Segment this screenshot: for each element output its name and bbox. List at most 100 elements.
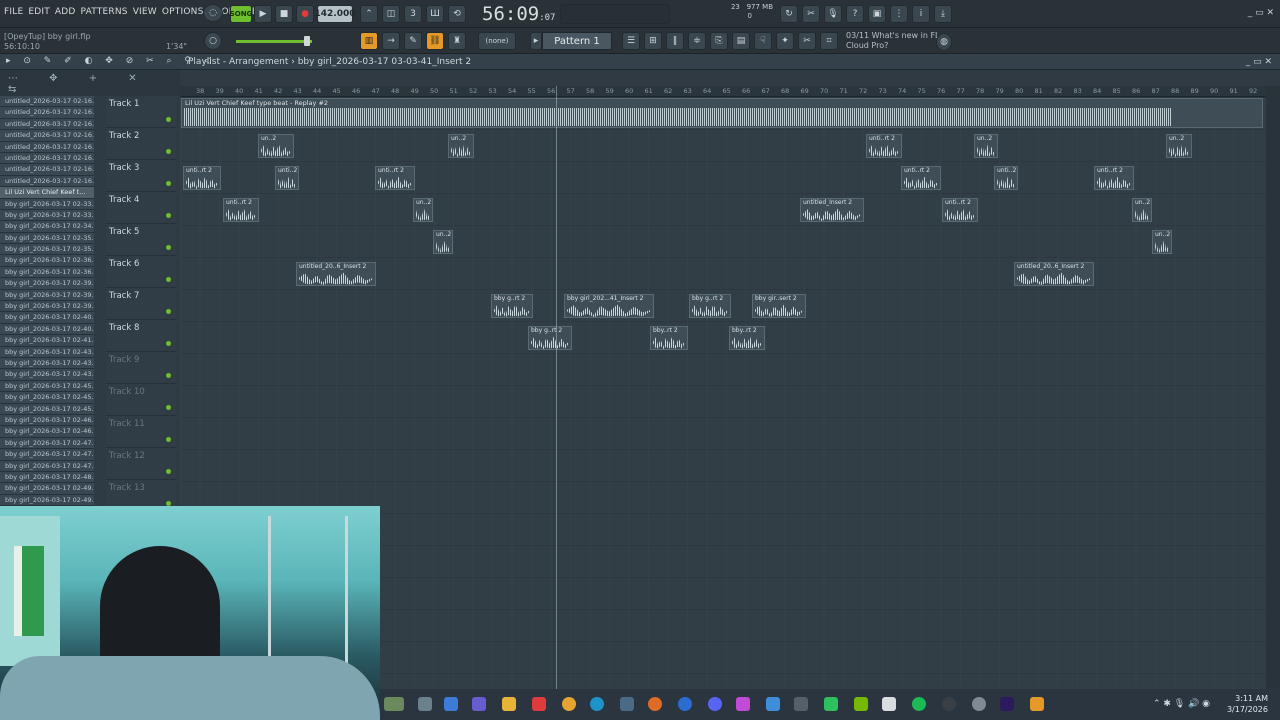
tracklist-toolbar[interactable]: ⋯ ✥ + ✕ ⇆ (0, 70, 180, 96)
picker-item[interactable]: bby girl_2026-03-17 02-43... (0, 357, 94, 370)
track-enable-led[interactable] (166, 405, 171, 410)
master-pitch-knob[interactable]: ○ (204, 32, 222, 50)
picker-item[interactable]: bby girl_2026-03-17 02-47... (0, 449, 94, 461)
audio-clip[interactable]: unti..2 (275, 166, 299, 190)
premiere-icon[interactable] (1000, 697, 1014, 711)
picker-item[interactable]: untitled_2026-03-17 02-16... (0, 175, 94, 188)
track-enable-led[interactable] (166, 469, 171, 474)
metronome-icon[interactable]: ⌃ (360, 5, 378, 23)
step-edit-icon[interactable]: Ш (426, 5, 444, 23)
countdown-icon[interactable]: 3 (404, 5, 422, 23)
link-icon[interactable]: ⛓ (426, 32, 444, 50)
picker-item[interactable]: bby girl_2026-03-17 02-34... (0, 221, 94, 233)
picker-item[interactable]: bby girl_2026-03-17 02-39... (0, 301, 94, 313)
chrome-icon[interactable] (562, 697, 576, 711)
mixer-window-icon[interactable]: ‖ (666, 32, 684, 50)
picker-item[interactable]: bby girl_2026-03-17 02-45... (0, 380, 94, 393)
widget-icon[interactable] (384, 697, 404, 711)
track-enable-led[interactable] (166, 309, 171, 314)
record-button[interactable]: ● (296, 5, 314, 23)
picker-item[interactable]: untitled_2026-03-17 02-16... (0, 141, 94, 153)
track-enable-led[interactable] (166, 149, 171, 154)
audio-clip[interactable]: bby g..rt 2 (491, 294, 533, 318)
picker-item[interactable]: bby girl_2026-03-17 02-49... (0, 483, 94, 495)
picker-item[interactable]: bby girl_2026-03-17 02-39... (0, 278, 94, 290)
audio-clip[interactable]: un..2 (1152, 230, 1172, 254)
track-header[interactable]: Track 5 (106, 224, 176, 256)
app-orange-icon[interactable] (648, 697, 662, 711)
audio-clip[interactable]: unti..rt 2 (866, 134, 902, 158)
vertical-scrollbar[interactable] (1266, 86, 1280, 689)
picker-item[interactable]: bby girl_2026-03-17 02-33... (0, 198, 94, 210)
explorer-icon[interactable] (418, 697, 432, 711)
discord-icon[interactable] (708, 697, 722, 711)
track-header[interactable]: Track 11 (106, 416, 176, 448)
photos-icon[interactable] (736, 697, 750, 711)
picker-item[interactable]: Lil Uzi Vert Chief Keef t... (0, 187, 94, 199)
app-obs-icon[interactable] (942, 697, 956, 711)
master-volume-slider[interactable] (236, 36, 312, 46)
audio-clip[interactable]: bby..rt 2 (650, 326, 688, 350)
picker-item[interactable]: bby girl_2026-03-17 02-35... (0, 232, 94, 245)
help-icon[interactable]: ? (846, 5, 864, 23)
edge-icon[interactable] (590, 697, 604, 711)
window-controls[interactable]: _ ▭ ✕ (1248, 8, 1274, 18)
audio-clip[interactable]: bby..rt 2 (729, 326, 765, 350)
menu-item[interactable]: PATTERNS (81, 7, 128, 17)
audio-clip[interactable]: unti..rt 2 (223, 198, 259, 222)
track-enable-led[interactable] (166, 117, 171, 122)
track-header[interactable]: Track 6 (106, 256, 176, 288)
track-enable-led[interactable] (166, 341, 171, 346)
audio-clip[interactable]: unti..2 (994, 166, 1018, 190)
system-clock[interactable]: 3:11 AM 3/17/2026 (1227, 693, 1268, 715)
picker-item[interactable]: bby girl_2026-03-17 02-39... (0, 289, 94, 302)
playhead[interactable] (556, 86, 557, 689)
app-green-icon[interactable] (824, 697, 838, 711)
news-panel[interactable]: 03/11 What's new in FL Cloud Pro? (846, 31, 940, 51)
audio-clip[interactable]: unti..rt 2 (183, 166, 221, 190)
rec-mode-icon[interactable]: ◌ (203, 4, 223, 22)
track-header[interactable]: Track 7 (106, 288, 176, 320)
song-mode-toggle[interactable]: SONG (230, 5, 252, 23)
spotify-icon[interactable] (912, 697, 926, 711)
refresh-icon[interactable]: ↻ (780, 5, 798, 23)
app-dark-icon[interactable] (794, 697, 808, 711)
channel-rack-icon[interactable]: ⊞ (644, 32, 662, 50)
app-blue-icon[interactable] (678, 697, 692, 711)
menu-item[interactable]: EDIT (28, 7, 50, 17)
track-enable-led[interactable] (166, 437, 171, 442)
pattern-prev-icon[interactable]: ▸ (530, 32, 542, 50)
stamp-icon[interactable]: ♜ (448, 32, 466, 50)
wait-icon[interactable]: ◫ (382, 5, 400, 23)
picker-item[interactable]: bby girl_2026-03-17 02-45... (0, 392, 94, 404)
info-icon[interactable]: i (912, 5, 930, 23)
audio-clip[interactable]: bby girl_202...41_Insert 2 (564, 294, 654, 318)
picker-item[interactable]: bby girl_2026-03-17 02-35... (0, 244, 94, 256)
touch-icon[interactable]: ☟ (754, 32, 772, 50)
track-header[interactable]: Track 1 (106, 96, 176, 128)
scissor-icon[interactable]: ✂ (798, 32, 816, 50)
track-enable-led[interactable] (166, 277, 171, 282)
full-track-clip[interactable]: Lil Uzi Vert Chief Keef type beat - Repl… (181, 98, 1263, 128)
picker-item[interactable]: bby girl_2026-03-17 02-36... (0, 266, 94, 279)
track-header[interactable]: Track 4 (106, 192, 176, 224)
picker-item[interactable]: bby girl_2026-03-17 02-40... (0, 323, 94, 336)
picker-item[interactable]: bby girl_2026-03-17 02-40... (0, 312, 94, 324)
picker-item[interactable]: bby girl_2026-03-17 02-36... (0, 255, 94, 267)
picker-item[interactable]: untitled_2026-03-17 02-16... (0, 107, 94, 119)
audio-clip[interactable]: untitled_20..6_Insert 2 (1014, 262, 1094, 286)
audio-clip[interactable]: un..2 (413, 198, 433, 222)
brush-icon[interactable]: ✎ (404, 32, 422, 50)
track-enable-led[interactable] (166, 373, 171, 378)
audio-clip[interactable]: un..2 (433, 230, 453, 254)
playlist-window-controls[interactable]: _ ▭ ✕ (1246, 57, 1272, 67)
audio-clip[interactable]: bby g..rt 2 (689, 294, 731, 318)
picker-item[interactable]: untitled_2026-03-17 02-16... (0, 118, 94, 131)
picker-item[interactable]: bby girl_2026-03-17 02-46... (0, 414, 94, 427)
tools-icon[interactable]: ✂ (802, 5, 820, 23)
plugin-icon[interactable]: ⎘ (710, 32, 728, 50)
track-header[interactable]: Track 12 (106, 448, 176, 480)
eq-icon[interactable]: ≑ (688, 32, 706, 50)
audio-clip[interactable]: untitled_20..6_Insert 2 (296, 262, 376, 286)
track-header[interactable]: Track 8 (106, 320, 176, 352)
